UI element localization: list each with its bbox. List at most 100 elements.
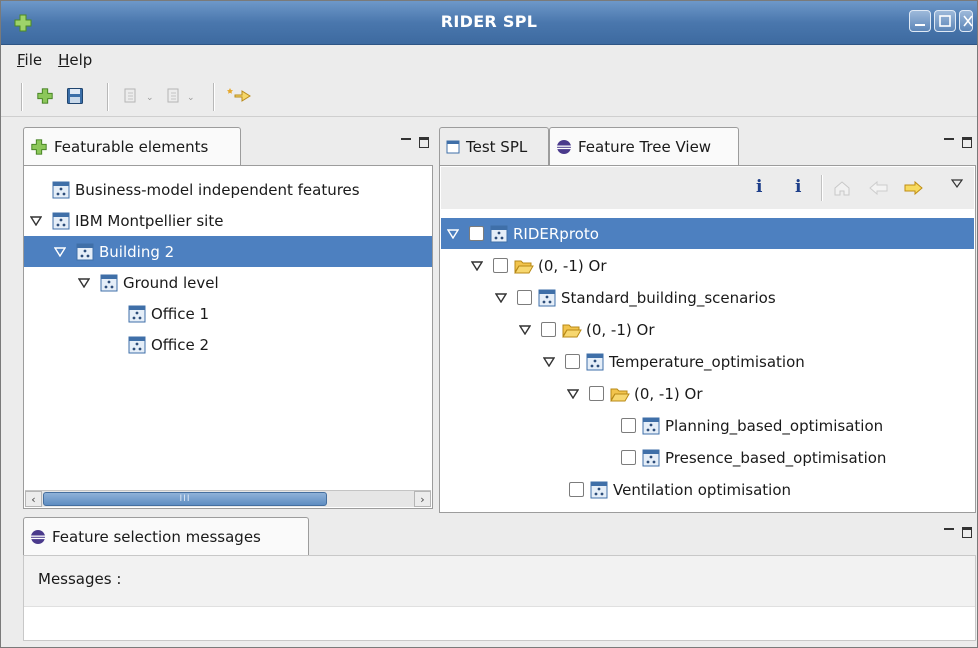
maximize-view-icon[interactable] [962,137,972,148]
expand-triangle-icon[interactable] [469,258,485,274]
menu-help[interactable]: Help [50,51,100,69]
feature-checkbox[interactable] [541,322,556,337]
tree-item-selected[interactable]: RIDERproto [441,218,974,249]
feature-icon [76,243,94,260]
feature-checkbox[interactable] [517,290,532,305]
right-panel-controls [944,137,972,148]
view-menu-icon[interactable] [951,179,963,189]
messages-output[interactable] [24,606,975,640]
chevron-down-icon[interactable]: ⌄ [146,93,154,103]
tree-item-label: Ground level [123,273,219,292]
expand-triangle-icon[interactable] [28,213,44,229]
minimize-view-icon[interactable] [944,138,954,141]
bottom-tabstrip: Feature selection messages [23,517,976,555]
menu-file[interactable]: File [9,51,50,69]
tree-item[interactable]: Office 1 [24,298,424,329]
save-button[interactable] [63,85,87,107]
home-icon[interactable] [833,179,851,197]
back-arrow-icon[interactable] [869,180,889,196]
feature-checkbox[interactable] [589,386,604,401]
close-button[interactable] [959,10,973,32]
feature-checkbox[interactable] [469,226,484,241]
new-button[interactable] [33,85,57,107]
feature-icon [52,212,70,229]
expand-triangle-icon[interactable] [52,244,68,260]
minimize-icon [915,24,925,26]
folder-open-icon [514,260,534,274]
expand-triangle-icon[interactable] [493,290,509,306]
feature-checkbox[interactable] [565,354,580,369]
feature-selection-messages-panel: Feature selection messages Messages : [23,517,976,641]
left-panel-controls [401,137,429,148]
feature-checkbox[interactable] [621,418,636,433]
chevron-down-icon[interactable]: ⌄ [187,93,195,103]
tab-test-spl[interactable]: Test SPL [439,127,549,165]
toolbar-separator [821,175,823,201]
feature-icon [586,353,604,370]
feature-checkbox[interactable] [569,482,584,497]
expand-triangle-icon[interactable] [565,386,581,402]
minimize-view-icon[interactable] [401,138,411,141]
folder-open-icon [610,388,630,402]
back-dropdown-button[interactable] [119,85,143,107]
tree-item-label: Temperature_optimisation [609,352,805,371]
window-controls [909,10,973,32]
tree-item-selected[interactable]: Building 2 [24,236,432,267]
menu-file-mnemonic: F [17,51,25,69]
tree-item[interactable]: Office 2 [24,329,424,360]
tree-item[interactable]: Standard_building_scenarios [441,282,974,313]
messages-label: Messages : [38,570,122,588]
info-button-1[interactable]: i [756,177,762,197]
feature-checkbox[interactable] [621,450,636,465]
info-button-2[interactable]: i [795,177,801,197]
tree-item[interactable]: (0, -1) Or [441,314,974,345]
left-tabstrip: Featurable elements [23,127,433,165]
tree-item-label: (0, -1) Or [634,384,703,403]
plus-icon [31,138,47,155]
tree-item[interactable]: Business-model independent features [24,174,424,205]
tree-item[interactable]: Planning_based_optimisation [441,410,974,441]
tab-feature-selection-messages[interactable]: Feature selection messages [23,517,309,555]
expand-triangle-icon[interactable] [76,275,92,291]
feature-icon [128,305,146,322]
tab-featurable-elements[interactable]: Featurable elements [23,127,241,165]
expand-triangle-icon[interactable] [541,354,557,370]
scrollbar-thumb[interactable]: III [43,492,327,506]
tree-item[interactable]: Ground level [24,267,424,298]
tab-label: Featurable elements [54,137,209,156]
forward-dropdown-button[interactable] [161,85,185,107]
tree-item[interactable]: Temperature_optimisation [441,346,974,377]
pointer-star-icon [227,88,251,102]
feature-icon [100,274,118,291]
maximize-view-icon[interactable] [962,527,972,538]
horizontal-scrollbar[interactable]: ‹ III › [25,490,431,507]
save-icon [67,88,83,104]
view-toolbar: i i [441,167,974,209]
tree-item-label: Presence_based_optimisation [665,448,887,467]
minimize-view-icon[interactable] [944,528,954,531]
scroll-right-arrow-icon[interactable]: › [414,491,431,507]
title-bar[interactable]: RIDER SPL [1,1,977,45]
expand-triangle-icon[interactable] [445,226,461,242]
minimize-button[interactable] [909,10,931,32]
expand-triangle-icon[interactable] [517,322,533,338]
toolbar-separator [107,83,109,111]
feature-checkbox[interactable] [493,258,508,273]
menu-help-mnemonic: H [58,51,70,69]
maximize-button[interactable] [934,10,956,32]
tree-item[interactable]: (0, -1) Or [441,250,974,281]
tree-item[interactable]: Ventilation optimisation [441,474,974,505]
tree-item-label: Office 1 [151,304,210,323]
tree-item-label: IBM Montpellier site [75,211,224,230]
tree-item-label: RIDERproto [513,224,599,243]
tree-item[interactable]: Presence_based_optimisation [441,442,974,473]
tab-feature-tree-view[interactable]: Feature Tree View [549,127,739,165]
maximize-view-icon[interactable] [419,137,429,148]
tree-item-label: Standard_building_scenarios [561,288,776,307]
feature-icon [642,449,660,466]
forward-arrow-icon[interactable] [903,180,923,196]
highlight-button[interactable] [227,85,251,107]
tree-item[interactable]: (0, -1) Or [441,378,974,409]
tree-item[interactable]: IBM Montpellier site [24,205,424,236]
scroll-left-arrow-icon[interactable]: ‹ [25,491,42,507]
